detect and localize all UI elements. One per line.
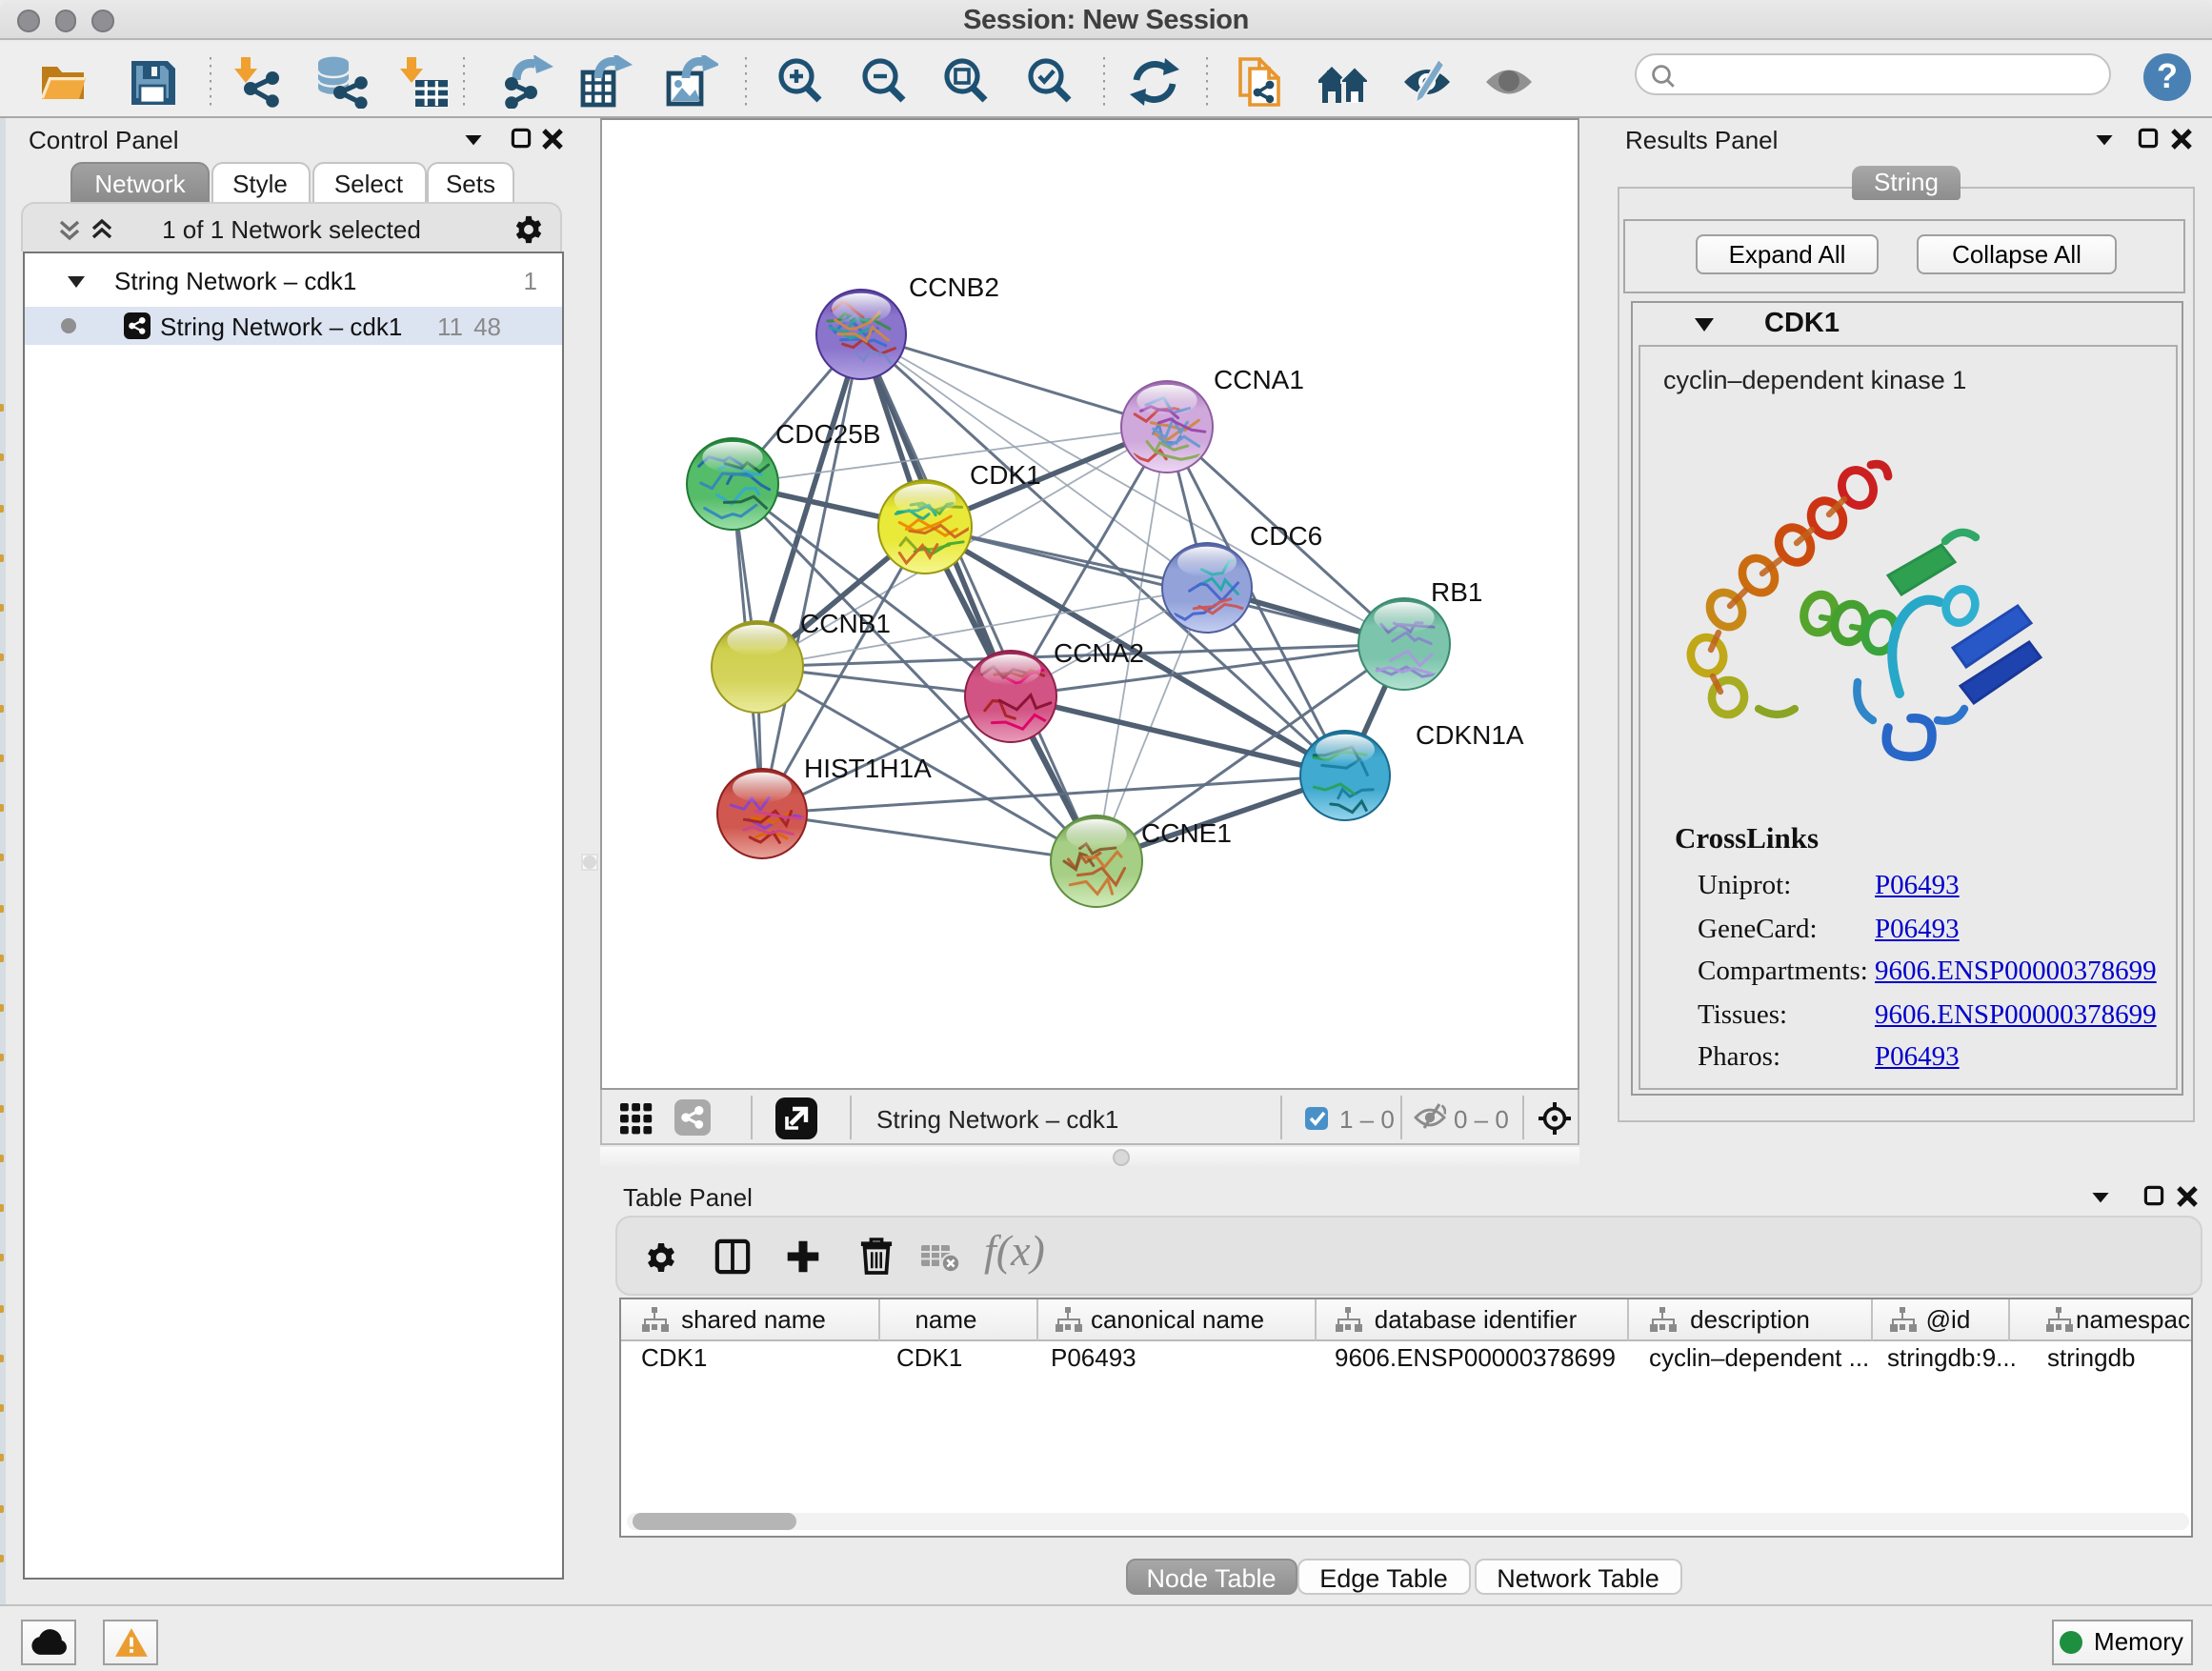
svg-text:RB1: RB1: [1431, 577, 1482, 607]
svg-text:CDC25B: CDC25B: [775, 419, 880, 449]
svg-text:CCNB2: CCNB2: [909, 272, 999, 302]
svg-text:CCNA1: CCNA1: [1214, 365, 1304, 394]
svg-text:CCNA2: CCNA2: [1054, 638, 1144, 668]
svg-text:CDC6: CDC6: [1250, 521, 1322, 551]
svg-text:CCNE1: CCNE1: [1141, 818, 1232, 848]
svg-text:CCNB1: CCNB1: [800, 609, 891, 638]
svg-text:CDKN1A: CDKN1A: [1416, 720, 1524, 750]
svg-text:HIST1H1A: HIST1H1A: [804, 754, 932, 783]
svg-text:CDK1: CDK1: [970, 460, 1041, 490]
